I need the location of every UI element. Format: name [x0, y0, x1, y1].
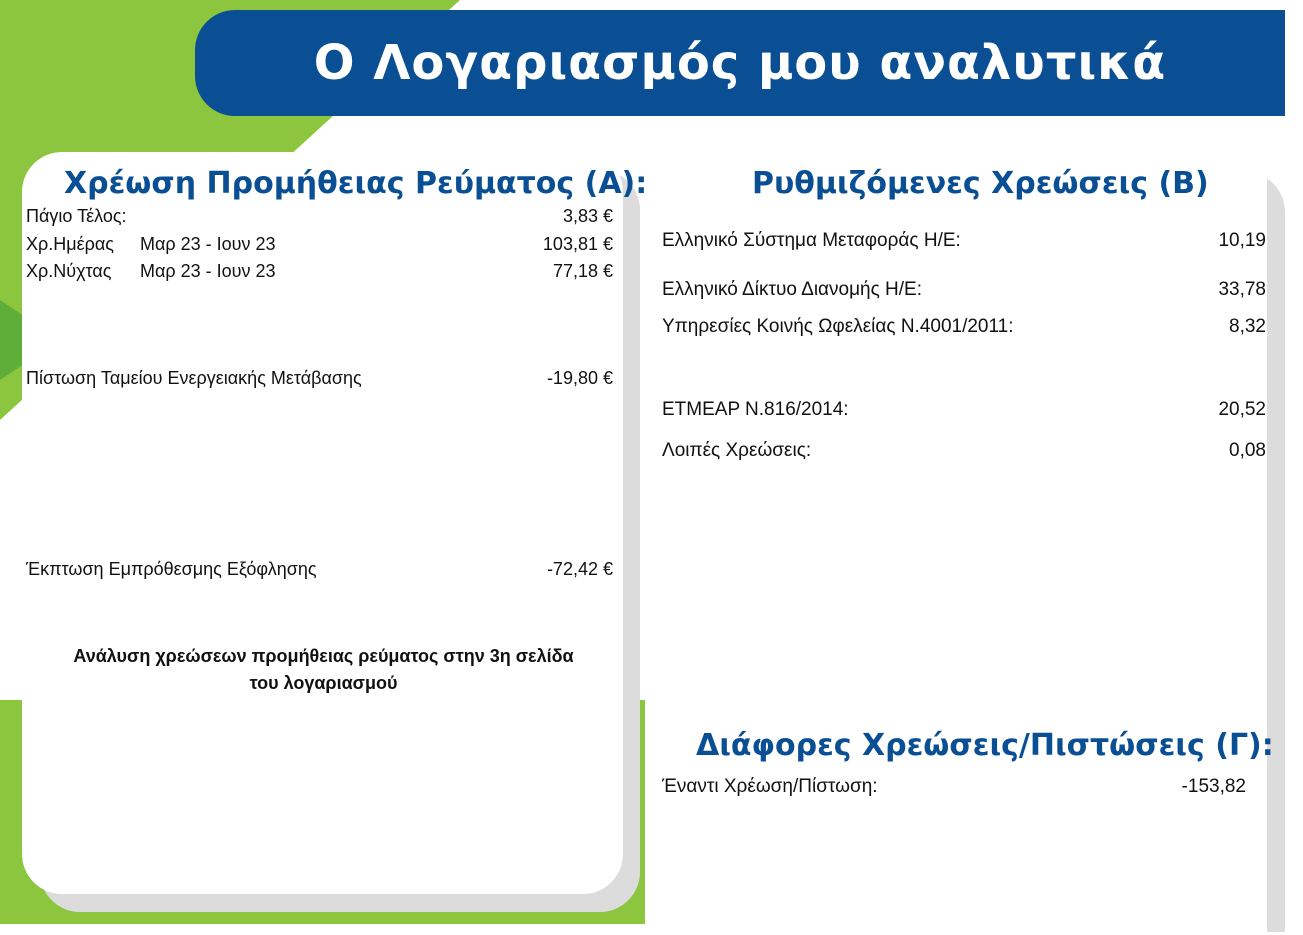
row-label: Λοιπές Χρεώσεις: [662, 440, 812, 461]
page-reference-note: Ανάλυση χρεώσεων προμήθειας ρεύματος στη… [36, 643, 611, 697]
row-value: 77,18 € [552, 261, 613, 281]
row-period: Μαρ 23 - Ιουν 23 [140, 234, 276, 254]
row-label: Πίστωση Ταμείου Ενεργειακής Μετάβασης [26, 368, 362, 388]
row-day-charge: Χρ.Ημέρας Μαρ 23 - Ιουν 23 103,81 € [26, 234, 613, 255]
row-etmear: ΕΤΜΕΑΡ Ν.816/2014: 20,52 [662, 399, 1266, 421]
row-fixed-fee: Πάγιο Τέλος: 3,83 € [26, 206, 613, 227]
header-banner: Ο Λογαριασμός μου αναλυτικά [195, 10, 1285, 116]
panel-b [645, 155, 1267, 935]
row-early-payment-discount: Έκπτωση Εμπρόθεσμης Εξόφλησης -72,42 € [26, 559, 613, 580]
row-value: 33,78 [1218, 279, 1266, 300]
section-c-title: Διάφορες Χρεώσεις/Πιστώσεις (Γ): [696, 728, 1274, 763]
row-value: 20,52 [1218, 399, 1266, 420]
row-value: 10,19 [1218, 230, 1266, 251]
row-label: Έκπτωση Εμπρόθεσμης Εξόφλησης [26, 559, 317, 579]
row-label: Ελληνικό Σύστημα Μεταφοράς Η/Ε: [662, 230, 961, 251]
row-transmission-system: Ελληνικό Σύστημα Μεταφοράς Η/Ε: 10,19 [662, 230, 1266, 252]
row-value: 8,32 [1229, 316, 1266, 337]
row-energy-transition-credit: Πίστωση Ταμείου Ενεργειακής Μετάβασης -1… [26, 368, 613, 389]
row-period: Μαρ 23 - Ιουν 23 [140, 261, 276, 281]
row-value: -72,42 € [546, 559, 613, 579]
row-label: ΕΤΜΕΑΡ Ν.816/2014: [662, 399, 849, 420]
note-line-2: του λογαριασμού [249, 673, 398, 693]
row-value: 0,08 [1229, 440, 1266, 461]
row-public-service: Υπηρεσίες Κοινής Ωφελείας Ν.4001/2011: 8… [662, 316, 1266, 338]
row-value: 3,83 € [562, 206, 613, 226]
row-label: Πάγιο Τέλος: [26, 206, 127, 226]
row-label: Υπηρεσίες Κοινής Ωφελείας Ν.4001/2011: [662, 316, 1014, 337]
row-label: Χρ.Ημέρας [26, 234, 114, 254]
row-advance-charge-credit: Έναντι Χρέωση/Πίστωση: -153,82 [662, 776, 1246, 798]
row-label: Ελληνικό Δίκτυο Διανομής Η/Ε: [662, 279, 922, 300]
page-title: Ο Λογαριασμός μου αναλυτικά [313, 35, 1167, 91]
row-label: Χρ.Νύχτας [26, 261, 112, 281]
section-b-title: Ρυθμιζόμενες Χρεώσεις (Β) [752, 166, 1209, 201]
row-distribution-network: Ελληνικό Δίκτυο Διανομής Η/Ε: 33,78 [662, 279, 1266, 301]
note-line-1: Ανάλυση χρεώσεων προμήθειας ρεύματος στη… [73, 646, 574, 666]
row-other-charges: Λοιπές Χρεώσεις: 0,08 [662, 440, 1266, 462]
row-night-charge: Χρ.Νύχτας Μαρ 23 - Ιουν 23 77,18 € [26, 261, 613, 282]
row-label: Έναντι Χρέωση/Πίστωση: [662, 776, 878, 797]
row-value: -153,82 [1181, 776, 1246, 797]
section-a-title: Χρέωση Προμήθειας Ρεύματος (Α): [64, 166, 648, 201]
row-value: -19,80 € [546, 368, 613, 388]
row-value: 103,81 € [542, 234, 613, 254]
